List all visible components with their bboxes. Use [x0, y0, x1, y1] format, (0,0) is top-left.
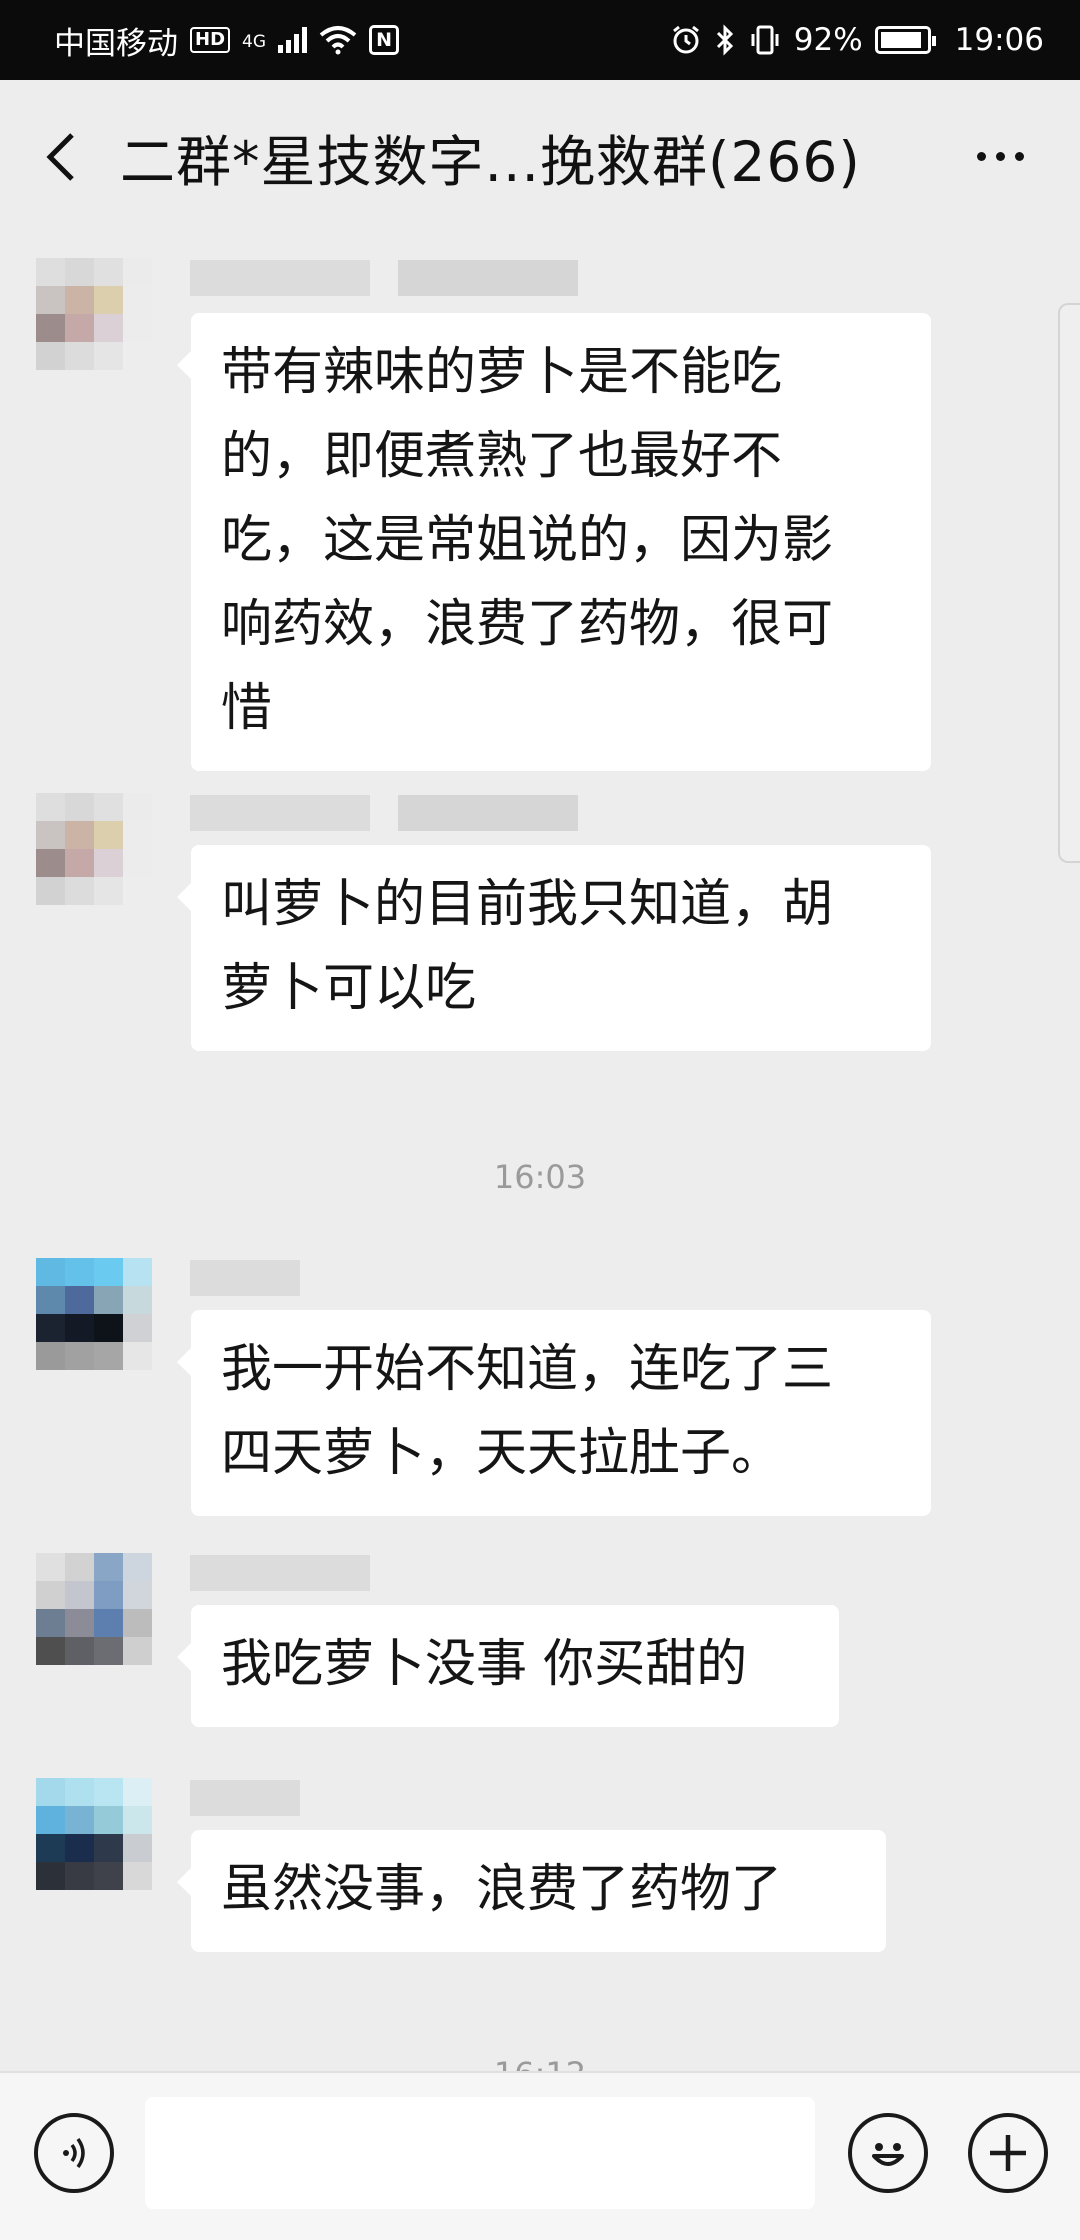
hd-icon: HD	[190, 27, 231, 53]
message-text: 我一开始不知道，连吃了三 四天萝卜，天天拉肚子。	[221, 1340, 834, 1483]
battery-percent: 92%	[793, 22, 863, 58]
add-attachment-button[interactable]	[968, 2113, 1048, 2193]
smiley-icon	[872, 2143, 904, 2166]
sender-name	[190, 1555, 370, 1591]
message-text: 带有辣味的萝卜是不能吃 的，即便煮熟了也最好不 吃，这是常姐说的，因为影 响药效…	[221, 343, 834, 738]
avatar[interactable]	[36, 793, 152, 933]
more-dot-icon	[1014, 152, 1024, 161]
avatar[interactable]	[36, 1778, 152, 1918]
sender-name	[190, 1260, 300, 1296]
more-dot-icon	[976, 152, 986, 161]
chat-header: 二群*星技数字...挽救群(266)	[0, 80, 1080, 233]
scrollbar[interactable]	[1058, 303, 1080, 863]
timestamp-divider: 16:12	[0, 2055, 1080, 2071]
clock: 19:06	[954, 22, 1044, 58]
signal-icon	[278, 27, 308, 53]
sender-name	[190, 260, 578, 296]
message-text: 我吃萝卜没事 你买甜的	[221, 1635, 748, 1694]
battery-fill	[880, 32, 922, 48]
more-options-button[interactable]	[960, 80, 1040, 233]
message-bubble[interactable]: 我一开始不知道，连吃了三 四天萝卜，天天拉肚子。	[177, 1310, 931, 1516]
avatar[interactable]	[36, 1553, 152, 1693]
chevron-left-icon	[46, 132, 74, 181]
voice-icon	[63, 2137, 85, 2169]
status-bar: 中国移动 HD 4G N 92% 19:06	[0, 0, 1080, 80]
battery-icon	[874, 26, 936, 54]
page-title: 二群*星技数字...挽救群(266)	[120, 129, 861, 194]
message-input[interactable]	[145, 2097, 815, 2209]
emoji-button[interactable]	[848, 2113, 928, 2193]
bluetooth-icon	[716, 24, 733, 56]
timestamp-divider: 16:03	[493, 1158, 587, 1196]
vibrate-icon	[751, 25, 779, 55]
avatar[interactable]	[36, 1258, 152, 1398]
wifi-icon	[319, 26, 357, 55]
message-bubble[interactable]: 带有辣味的萝卜是不能吃 的，即便煮熟了也最好不 吃，这是常姐说的，因为影 响药效…	[177, 313, 931, 771]
more-dot-icon	[995, 152, 1005, 161]
message-text: 叫萝卜的目前我只知道，胡 萝卜可以吃	[221, 875, 834, 1018]
message-bubble[interactable]: 我吃萝卜没事 你买甜的	[177, 1605, 839, 1727]
voice-input-button[interactable]	[34, 2113, 114, 2193]
input-bar	[0, 2071, 1080, 2240]
back-button[interactable]	[0, 80, 120, 233]
network-type: 4G	[242, 31, 267, 52]
status-right: 92% 19:06	[670, 22, 1044, 58]
chat-messages[interactable]: 带有辣味的萝卜是不能吃 的，即便煮熟了也最好不 吃，这是常姐说的，因为影 响药效…	[0, 233, 1080, 2071]
message-text: 虽然没事，浪费了药物了	[221, 1860, 783, 1919]
message-bubble[interactable]: 叫萝卜的目前我只知道，胡 萝卜可以吃	[177, 845, 931, 1051]
message-bubble[interactable]: 虽然没事，浪费了药物了	[177, 1830, 886, 1952]
sender-name	[190, 1780, 300, 1816]
status-left: 中国移动 HD 4G N	[54, 18, 400, 63]
avatar[interactable]	[36, 258, 152, 398]
carrier-name: 中国移动	[54, 25, 178, 62]
nfc-icon: N	[369, 25, 400, 55]
plus-icon	[990, 2135, 1026, 2171]
alarm-icon	[672, 25, 699, 54]
sender-name	[190, 795, 578, 831]
